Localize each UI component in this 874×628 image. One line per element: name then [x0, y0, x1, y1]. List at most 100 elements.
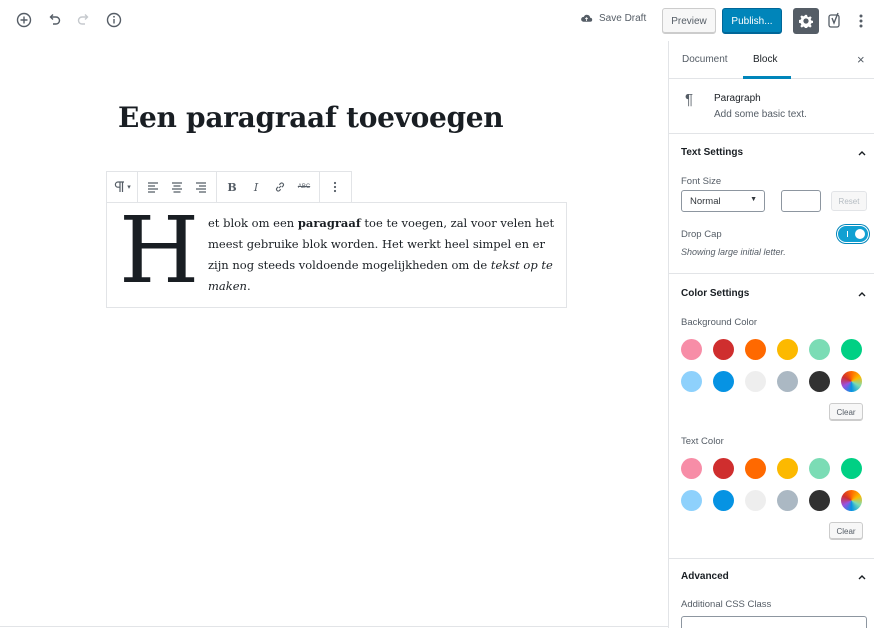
editor-bottom-divider [0, 626, 668, 627]
cloud-icon [581, 14, 593, 22]
chevron-down-icon: ▾ [127, 184, 131, 191]
background-color-clear-button[interactable]: Clear [829, 403, 863, 421]
settings-sidebar: Document Block × ¶ Paragraph Add some ba… [668, 41, 874, 628]
more-options-button[interactable] [324, 176, 346, 198]
color-swatch[interactable] [841, 490, 862, 511]
color-swatch[interactable] [809, 371, 830, 392]
editor-canvas: Een paragraaf toevoegen ▾ B I ABC H et b… [0, 41, 668, 628]
color-swatch[interactable] [745, 339, 766, 360]
settings-button[interactable] [793, 8, 819, 34]
color-swatch[interactable] [841, 371, 862, 392]
block-name: Paragraph [714, 93, 761, 104]
sidebar-tabs: Document Block × [669, 41, 874, 79]
text-settings-title[interactable]: Text Settings [681, 147, 743, 158]
color-swatch[interactable] [777, 458, 798, 479]
chevron-down-icon: ▼ [750, 196, 757, 203]
align-right-icon [196, 182, 206, 193]
chevron-up-icon[interactable] [857, 148, 867, 158]
color-settings-title[interactable]: Color Settings [681, 288, 749, 299]
color-swatch[interactable] [777, 339, 798, 360]
color-swatch[interactable] [713, 490, 734, 511]
undo-icon[interactable] [44, 10, 64, 30]
css-class-input[interactable] [681, 616, 867, 628]
font-size-select[interactable]: Normal ▼ [681, 190, 765, 212]
font-size-reset-button[interactable]: Reset [831, 191, 867, 211]
drop-cap-help-text: Showing large initial letter. [681, 247, 786, 257]
more-vertical-icon [859, 14, 863, 28]
more-options-group [320, 172, 350, 202]
text-color-label: Text Color [681, 436, 724, 447]
chevron-up-icon[interactable] [857, 572, 867, 582]
yoast-icon [828, 12, 840, 28]
preview-button[interactable]: Preview [662, 8, 716, 34]
align-left-icon [148, 182, 158, 193]
paragraph-text-part: . [246, 279, 251, 293]
color-swatch[interactable] [681, 339, 702, 360]
color-swatch[interactable] [745, 458, 766, 479]
header-toolbar [14, 10, 124, 30]
color-swatch[interactable] [841, 458, 862, 479]
align-right-button[interactable] [190, 176, 212, 198]
bold-button[interactable]: B [221, 176, 243, 198]
text-color-clear-button[interactable]: Clear [829, 522, 863, 540]
color-swatch[interactable] [713, 371, 734, 392]
paragraph-bold-text: paragraaf [297, 216, 361, 230]
block-switcher-button[interactable]: ▾ [111, 176, 133, 198]
strikethrough-button[interactable]: ABC [293, 176, 315, 198]
toggle-knob [855, 229, 865, 239]
gear-icon [799, 14, 813, 28]
tab-block[interactable]: Block [753, 54, 777, 65]
more-menu-button[interactable] [854, 10, 868, 32]
paragraph-icon [115, 181, 125, 192]
block-description: Add some basic text. [714, 109, 807, 120]
yoast-seo-button[interactable] [826, 10, 844, 32]
color-swatch[interactable] [745, 490, 766, 511]
color-swatch[interactable] [681, 490, 702, 511]
close-icon[interactable]: × [857, 52, 865, 67]
block-card: ¶ Paragraph Add some basic text. [669, 79, 874, 134]
post-title[interactable]: Een paragraaf toevoegen [118, 101, 504, 134]
link-icon [275, 182, 285, 192]
color-swatch[interactable] [713, 339, 734, 360]
color-swatch[interactable] [809, 490, 830, 511]
drop-cap-label: Drop Cap [681, 229, 722, 240]
css-class-label: Additional CSS Class [681, 599, 772, 610]
drop-cap-letter: H [119, 197, 200, 304]
color-swatch[interactable] [777, 371, 798, 392]
info-icon[interactable] [104, 10, 124, 30]
tab-document[interactable]: Document [682, 54, 728, 65]
format-group: B I ABC [217, 172, 320, 202]
custom-font-size-input[interactable] [781, 190, 821, 212]
align-center-icon [172, 182, 182, 193]
align-left-button[interactable] [142, 176, 164, 198]
color-swatch[interactable] [745, 371, 766, 392]
background-color-label: Background Color [681, 317, 758, 328]
advanced-title[interactable]: Advanced [681, 571, 729, 582]
publish-button[interactable]: Publish... [722, 8, 782, 34]
paragraph-icon: ¶ [685, 91, 694, 108]
font-size-label: Font Size [681, 176, 722, 187]
color-swatch[interactable] [681, 371, 702, 392]
chevron-up-icon[interactable] [857, 289, 867, 299]
color-swatch[interactable] [777, 490, 798, 511]
link-button[interactable] [269, 176, 291, 198]
toggle-on-indicator [847, 231, 848, 237]
color-swatch[interactable] [809, 458, 830, 479]
italic-button[interactable]: I [245, 176, 267, 198]
drop-cap-toggle[interactable] [838, 226, 868, 242]
plus-circle-icon[interactable] [14, 10, 34, 30]
panel-divider [669, 558, 874, 559]
editor-header: Save Draft Preview Publish... [0, 0, 874, 41]
align-center-button[interactable] [166, 176, 188, 198]
redo-icon[interactable] [74, 10, 94, 30]
save-draft-label: Save Draft [599, 13, 647, 24]
paragraph-block[interactable]: H et blok om een paragraaf toe te voegen… [106, 202, 567, 308]
paragraph-text[interactable]: et blok om een paragraaf toe te voegen, … [208, 213, 558, 297]
more-vertical-icon [333, 181, 337, 193]
font-size-value: Normal [690, 196, 721, 207]
color-swatch[interactable] [681, 458, 702, 479]
color-swatch[interactable] [841, 339, 862, 360]
save-draft-button[interactable]: Save Draft [580, 12, 646, 25]
color-swatch[interactable] [809, 339, 830, 360]
color-swatch[interactable] [713, 458, 734, 479]
